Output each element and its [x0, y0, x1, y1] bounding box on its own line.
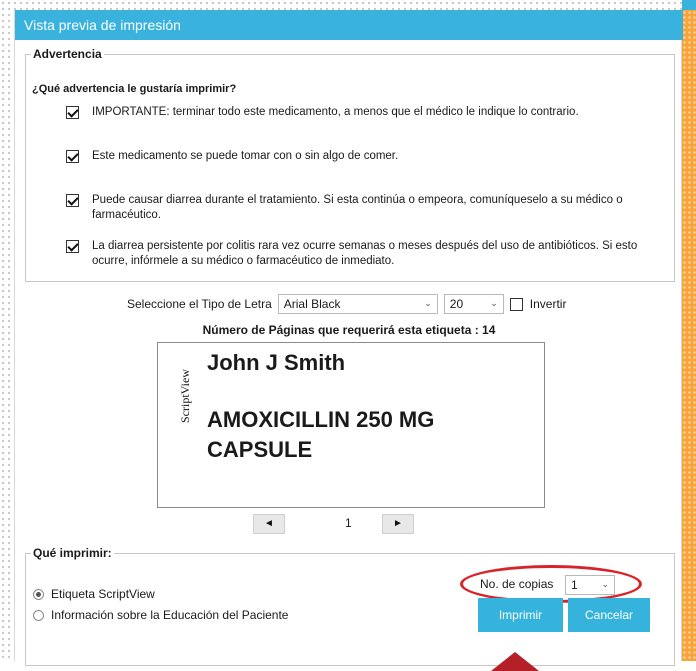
window-title: Vista previa de impresión [15, 10, 683, 40]
chevron-down-icon: ⌄ [601, 579, 609, 589]
radio-label: Etiqueta ScriptView [51, 587, 155, 601]
next-page-button[interactable]: ► [382, 514, 414, 534]
warning-checkbox[interactable] [66, 106, 79, 119]
preview-drug-line: CAPSULE [207, 437, 313, 462]
side-strip-top [682, 0, 696, 10]
warning-item[interactable]: Puede causar diarrea durante el tratamie… [66, 193, 666, 223]
warning-legend: Advertencia [33, 47, 102, 61]
red-arrow-pointer-icon [491, 652, 539, 671]
copies-label: No. de copias [480, 577, 554, 591]
font-size-value: 20 [449, 297, 464, 311]
font-type-value: Arial Black [283, 297, 341, 311]
warning-item[interactable]: IMPORTANTE: terminar todo este medicamen… [66, 105, 666, 120]
radio-button[interactable] [33, 588, 44, 600]
font-settings-row: Seleccione el Tipo de Letra Arial Black … [127, 294, 566, 314]
warning-text: IMPORTANTE: terminar todo este medicamen… [92, 106, 579, 118]
side-strip-pattern [682, 10, 696, 661]
warning-item[interactable]: La diarrea persistente por colitis rara … [66, 239, 666, 269]
print-button[interactable]: Imprimir [478, 598, 563, 632]
radio-label: Información sobre la Educación del Pacie… [51, 608, 289, 622]
label-preview: ScriptView John J Smith AMOXICILLIN 250 … [157, 342, 545, 508]
warning-checkbox[interactable] [66, 194, 79, 207]
print-preview-dialog: Vista previa de impresión Advertencia ¿Q… [14, 10, 683, 671]
previous-page-button[interactable]: ◄ [253, 514, 285, 534]
chevron-down-icon: ⌄ [490, 298, 498, 308]
warning-item[interactable]: Este medicamento se puede tomar con o si… [66, 149, 666, 164]
warning-text: Puede causar diarrea durante el tratamie… [92, 194, 623, 221]
font-size-select[interactable]: 20 ⌄ [443, 294, 504, 314]
invert-label: Invertir [529, 297, 567, 311]
cancel-button[interactable]: Cancelar [568, 598, 650, 632]
copies-select[interactable]: 1 ⌄ [565, 575, 615, 595]
background-pattern-left [0, 0, 14, 661]
print-options-legend: Qué imprimir: [33, 546, 112, 560]
preview-drug: AMOXICILLIN 250 MG CAPSULE [207, 405, 434, 465]
warning-text: Este medicamento se puede tomar con o si… [92, 150, 399, 162]
font-type-label: Seleccione el Tipo de Letra [127, 297, 272, 311]
chevron-down-icon: ⌄ [424, 298, 432, 308]
invert-checkbox[interactable] [509, 297, 523, 311]
warning-checkbox[interactable] [66, 240, 79, 253]
left-arrow-icon: ◄ [264, 518, 274, 529]
page-navigator: ◄ 1 ► [15, 514, 683, 536]
brand-vertical-text: ScriptView [178, 369, 192, 423]
preview-drug-line: AMOXICILLIN 250 MG [207, 407, 435, 432]
right-arrow-icon: ► [393, 518, 403, 529]
radio-option[interactable]: Información sobre la Educación del Pacie… [33, 608, 288, 622]
font-type-select[interactable]: Arial Black ⌄ [277, 294, 438, 314]
warning-checkbox[interactable] [66, 150, 79, 163]
radio-button[interactable] [33, 609, 44, 621]
warning-group: Advertencia ¿Qué advertencia le gustaría… [25, 47, 675, 282]
warning-question: ¿Qué advertencia le gustaría imprimir? [32, 83, 237, 95]
pages-required-note: Número de Páginas que requerirá esta eti… [202, 323, 496, 337]
preview-patient-name: John J Smith [207, 350, 346, 375]
side-strip [682, 10, 696, 661]
radio-option[interactable]: Etiqueta ScriptView [33, 587, 155, 601]
warning-text: La diarrea persistente por colitis rara … [92, 240, 638, 267]
background-pattern-top [0, 0, 696, 10]
current-page-number: 1 [345, 516, 352, 530]
copies-value: 1 [571, 578, 578, 592]
